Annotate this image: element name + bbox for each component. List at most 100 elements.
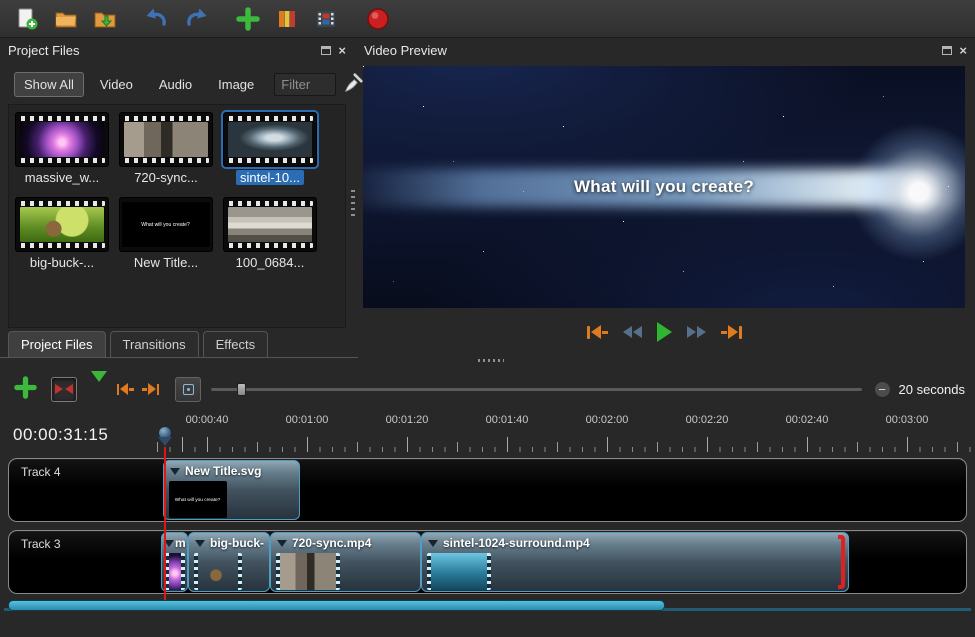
zoom-out-button[interactable]: − [874,381,891,398]
media-item-sintel[interactable]: sintel-10... [223,112,317,185]
zoom-slider[interactable] [211,388,862,391]
media-item-new-title[interactable]: What will you create? New Title... [119,197,213,270]
video-preview-title: Video Preview [364,43,447,58]
export-video-button[interactable] [309,4,343,34]
panel-divider [0,357,358,358]
vertical-splitter-handle[interactable] [351,190,355,220]
media-label: New Title... [119,255,213,270]
clip-big-buck[interactable]: big-buck- [188,532,270,592]
ruler-mark: 00:02:00 [586,414,629,426]
zoom-scale-label: 20 seconds [899,382,966,397]
add-track-button[interactable] [14,376,37,402]
dock-controls: × [942,43,967,58]
clip-label: sintel-1024-surround.mp4 [443,536,590,550]
clip-new-title[interactable]: New Title.svg What will you create? [163,460,300,520]
filter-show-all-button[interactable]: Show All [14,72,84,97]
redo-icon [184,7,208,31]
tab-project-files[interactable]: Project Files [8,331,106,357]
timeline-ruler[interactable]: 00:00:40 00:01:00 00:01:20 00:01:40 00:0… [150,408,975,455]
video-overlay-text: What will you create? [363,177,965,197]
ruler-mark: 00:02:40 [786,414,829,426]
dock-controls: × [321,43,346,58]
media-label: massive_w... [15,170,109,185]
tab-effects[interactable]: Effects [203,331,269,357]
undock-icon[interactable] [942,43,952,58]
clip-label: big-buck- [210,536,264,550]
save-project-button[interactable] [88,4,122,34]
choose-profile-button[interactable] [270,4,304,34]
film-icon [314,7,338,31]
track-name: Track 4 [21,465,61,479]
redo-button[interactable] [179,4,213,34]
clip-thumbnail [427,553,491,590]
clear-filter-button[interactable] [342,72,364,97]
jump-to-end-button[interactable] [721,325,742,339]
close-icon[interactable]: × [959,44,967,57]
new-project-button[interactable] [10,4,44,34]
media-thumbnail [15,112,109,167]
undo-button[interactable] [140,4,174,34]
trim-edge-indicator[interactable] [838,535,845,589]
jump-end-icon [728,325,738,339]
profile-icon [275,7,299,31]
chevron-down-icon[interactable] [170,468,180,475]
filter-image-button[interactable]: Image [208,72,264,97]
clip-sintel[interactable]: sintel-1024-surround.mp4 [421,532,849,592]
timeline-scrollbar [8,600,967,613]
rewind-button[interactable] [623,326,642,338]
close-icon[interactable]: × [338,44,346,57]
filter-video-button[interactable]: Video [90,72,143,97]
center-on-playhead-button[interactable] [175,377,201,402]
previous-marker-button[interactable] [117,383,134,395]
track-4[interactable]: Track 4 New Title.svg What will you crea… [8,458,967,522]
media-item-100-0684[interactable]: 100_0684... [223,197,317,270]
chevron-down-icon[interactable] [277,540,287,547]
play-icon [657,322,672,342]
jump-to-start-button[interactable] [587,325,608,339]
media-label: sintel-10... [223,170,317,185]
video-preview-header: Video Preview × [364,41,967,59]
tab-transitions[interactable]: Transitions [110,331,199,357]
media-item-massive[interactable]: massive_w... [15,112,109,185]
add-marker-button[interactable] [91,382,107,397]
media-label: 720-sync... [119,170,213,185]
fast-forward-button[interactable] [687,326,706,338]
left-panel-tabs: Project Files Transitions Effects [8,331,268,357]
filter-input[interactable] [274,73,336,96]
media-item-big-buck[interactable]: big-buck-... [15,197,109,270]
plus-icon [236,7,260,31]
snapping-toggle-button[interactable] [51,377,77,402]
chevron-down-icon[interactable] [195,540,205,547]
playhead-handle[interactable] [158,426,172,446]
clip-720-sync[interactable]: 720-sync.mp4 [270,532,421,592]
next-marker-button[interactable] [142,383,159,395]
clip-thumbnail [276,553,340,590]
video-preview-display: What will you create? [363,66,965,308]
ruler-mark: 00:00:40 [186,414,229,426]
play-button[interactable] [657,322,672,342]
record-icon [365,6,391,32]
ruler-mark: 00:01:40 [486,414,529,426]
filter-audio-button[interactable]: Audio [149,72,202,97]
fast-forward-icon [687,326,696,338]
horizontal-splitter-handle[interactable] [478,359,504,362]
open-project-button[interactable] [49,4,83,34]
new-file-icon [15,7,39,31]
zoom-slider-handle[interactable] [237,383,246,396]
chevron-down-icon[interactable] [428,540,438,547]
record-button[interactable] [361,4,395,34]
import-files-button[interactable] [231,4,265,34]
playback-controls [363,316,965,348]
media-item-720-sync[interactable]: 720-sync... [119,112,213,185]
media-thumbnail [119,112,213,167]
media-thumbnail [223,197,317,252]
scrollbar-thumb[interactable] [8,600,665,611]
timeline-toolbar: − 20 seconds [0,372,975,406]
snap-icon [55,384,73,394]
undock-icon[interactable] [321,43,331,58]
clip-thumbnail [165,553,185,590]
starfield [363,66,364,67]
undo-icon [145,7,169,31]
track-3[interactable]: Track 3 m big-buck- 720-sync.mp4 sintel-… [8,530,967,594]
open-folder-icon [54,7,78,31]
